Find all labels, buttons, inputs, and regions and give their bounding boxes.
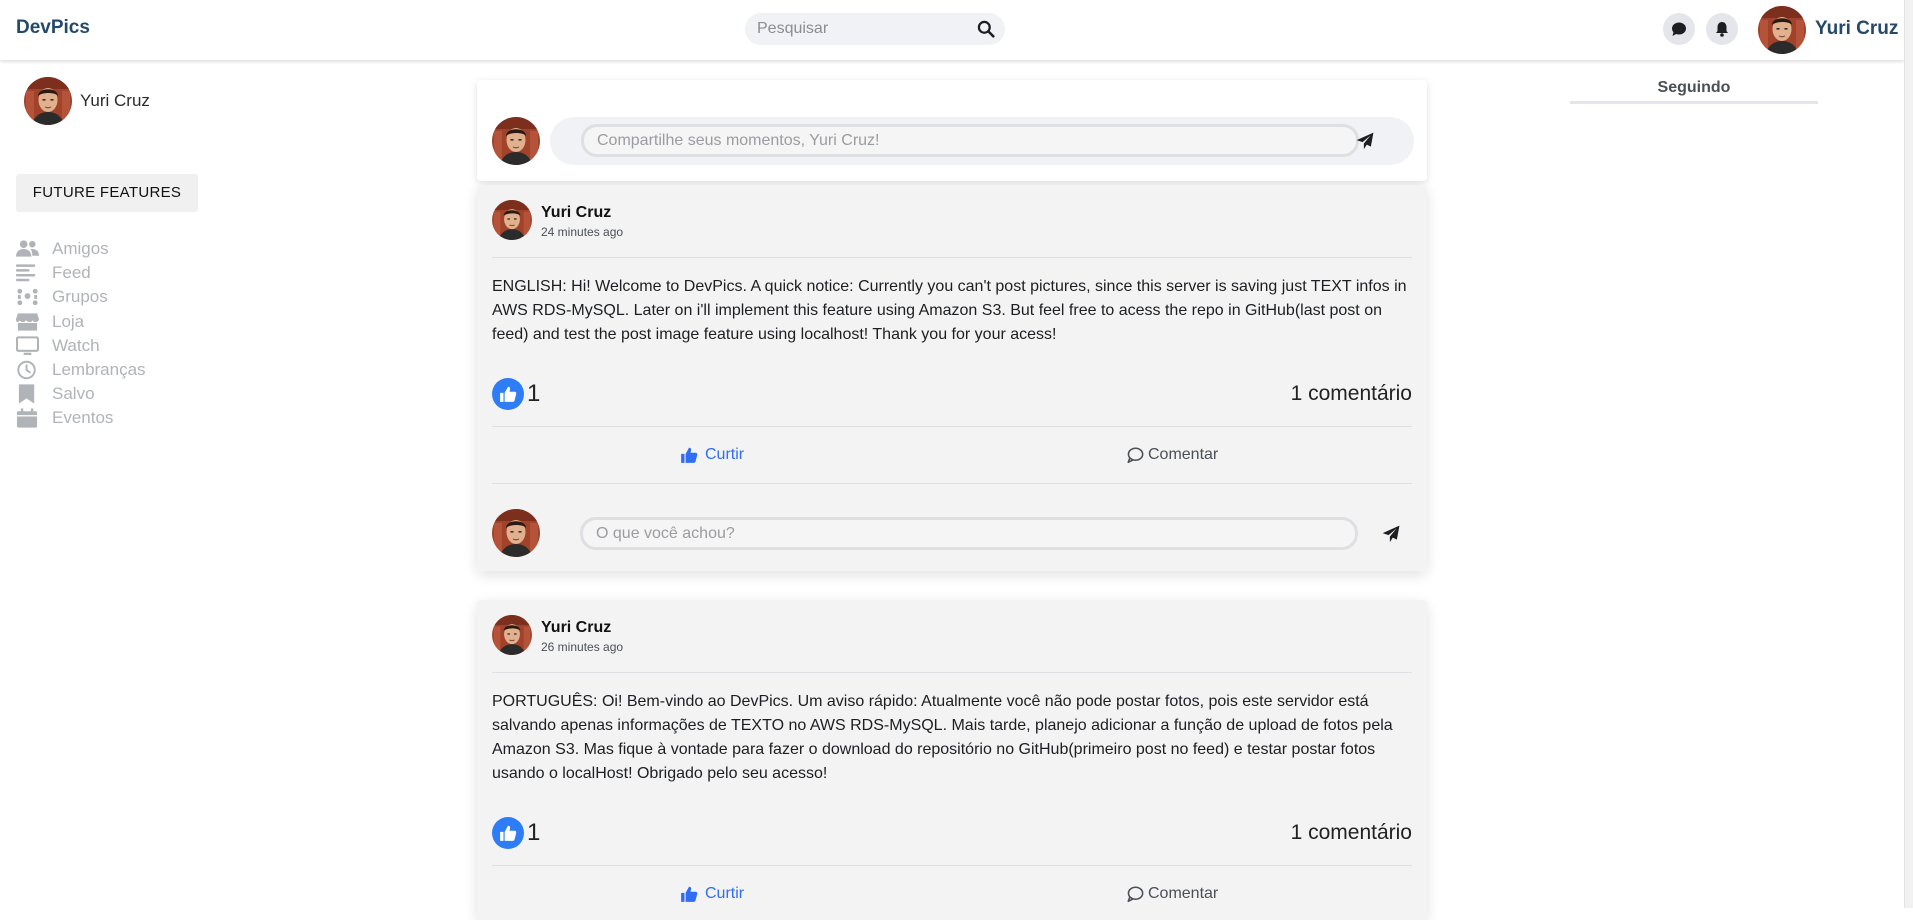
- sidebar-item-label: Watch: [52, 335, 100, 355]
- clock-icon: [17, 360, 36, 380]
- thumbs-up-icon: [499, 824, 517, 842]
- post-card: Yuri Cruz 24 minutes ago ENGLISH: Hi! We…: [477, 185, 1427, 571]
- post-text: ENGLISH: Hi! Welcome to DevPics. A quick…: [492, 278, 1407, 343]
- composer-input[interactable]: Compartilhe seus momentos, Yuri Cruz!: [581, 124, 1359, 157]
- post-author[interactable]: Yuri Cruz: [541, 204, 611, 222]
- comment-button[interactable]: Comentar: [1126, 444, 1236, 466]
- future-features-button[interactable]: FUTURE FEATURES: [16, 174, 198, 212]
- groups-icon: [17, 289, 38, 306]
- comment-icon: [1127, 886, 1144, 903]
- sidebar-item-grupos[interactable]: Grupos: [16, 285, 216, 309]
- comment-button-label: Comentar: [1148, 885, 1219, 902]
- like-button-label: Curtir: [705, 885, 745, 902]
- post-text: PORTUGUÊS: Oi! Bem-vindo ao DevPics. Um …: [492, 693, 1393, 782]
- messages-button[interactable]: [1663, 13, 1695, 45]
- notifications-button[interactable]: [1706, 13, 1738, 45]
- thumbs-up-icon: [680, 885, 698, 903]
- sidebar-item-label: Grupos: [52, 287, 108, 307]
- like-badge: [492, 378, 524, 410]
- following-title: Seguindo: [1657, 79, 1731, 96]
- sidebar-item-feed[interactable]: Feed: [16, 261, 216, 285]
- page-scrollbar[interactable]: [1904, 0, 1913, 908]
- bell-icon: [1716, 22, 1728, 37]
- avatar: [492, 509, 540, 557]
- sidebar-item-label: Eventos: [52, 408, 114, 428]
- divider: [1570, 101, 1818, 104]
- comment-count[interactable]: 1 comentário: [1291, 382, 1412, 406]
- like-button[interactable]: Curtir: [680, 444, 770, 466]
- friends-icon: [16, 240, 39, 257]
- comment-count[interactable]: 1 comentário: [1291, 821, 1412, 845]
- sidebar-item-watch[interactable]: Watch: [16, 334, 216, 358]
- sidebar-item-label: Salvo: [52, 384, 95, 404]
- send-icon[interactable]: [1382, 525, 1400, 543]
- sidebar-item-loja[interactable]: Loja: [16, 310, 216, 334]
- calendar-icon: [16, 408, 38, 428]
- post-author[interactable]: Yuri Cruz: [541, 619, 611, 637]
- like-button[interactable]: Curtir: [680, 883, 770, 905]
- store-icon: [16, 312, 39, 331]
- divider: [492, 865, 1412, 866]
- divider: [492, 672, 1412, 673]
- divider: [492, 426, 1412, 427]
- comment-button[interactable]: Comentar: [1126, 883, 1236, 905]
- sidebar-item-lembrancas[interactable]: Lembranças: [16, 358, 216, 382]
- sidebar-menu: Amigos Feed Grupos Loja Watch Lembranças…: [16, 237, 216, 431]
- feed-icon: [16, 264, 36, 282]
- search-input[interactable]: Pesquisar: [757, 20, 828, 38]
- search-icon[interactable]: [977, 20, 995, 38]
- sidebar-item-eventos[interactable]: Eventos: [16, 406, 216, 430]
- comment-input[interactable]: O que você achou?: [580, 517, 1358, 550]
- post-card: Yuri Cruz 26 minutes ago PORTUGUÊS: Oi! …: [477, 600, 1427, 920]
- sidebar-item-amigos[interactable]: Amigos: [16, 237, 216, 261]
- post-timestamp: 24 minutes ago: [541, 225, 624, 239]
- thumbs-up-icon: [680, 446, 698, 464]
- nav-username[interactable]: Yuri Cruz: [1815, 18, 1898, 40]
- like-badge: [492, 817, 524, 849]
- avatar[interactable]: [1758, 6, 1806, 54]
- like-button-label: Curtir: [705, 446, 745, 463]
- divider: [492, 483, 1412, 484]
- top-navbar: DevPics Pesquisar Yuri Cruz: [0, 0, 1904, 60]
- composer-bar: Compartilhe seus momentos, Yuri Cruz!: [550, 117, 1414, 165]
- sidebar-username: Yuri Cruz: [80, 91, 150, 110]
- like-count: 1: [527, 819, 541, 846]
- bookmark-icon: [18, 384, 35, 404]
- brand-logo[interactable]: DevPics: [16, 17, 90, 39]
- avatar: [492, 117, 540, 165]
- search-bar[interactable]: Pesquisar: [745, 13, 1005, 45]
- post-timestamp: 26 minutes ago: [541, 640, 624, 654]
- thumbs-up-icon: [499, 385, 517, 403]
- comment-button-label: Comentar: [1148, 446, 1219, 463]
- sidebar-item-label: Feed: [52, 263, 91, 283]
- sidebar-item-label: Lembranças: [52, 359, 146, 379]
- sidebar-item-salvo[interactable]: Salvo: [16, 382, 216, 406]
- avatar[interactable]: [492, 615, 532, 655]
- tv-icon: [16, 336, 39, 355]
- send-icon[interactable]: [1356, 132, 1374, 150]
- divider: [492, 257, 1412, 258]
- sidebar-item-label: Amigos: [52, 239, 109, 258]
- post-composer: Compartilhe seus momentos, Yuri Cruz!: [477, 80, 1427, 181]
- avatar[interactable]: [492, 200, 532, 240]
- avatar: [24, 77, 72, 125]
- like-count: 1: [527, 380, 541, 407]
- comment-icon: [1127, 447, 1144, 464]
- chat-icon: [1672, 22, 1686, 36]
- sidebar-item-label: Loja: [52, 311, 85, 331]
